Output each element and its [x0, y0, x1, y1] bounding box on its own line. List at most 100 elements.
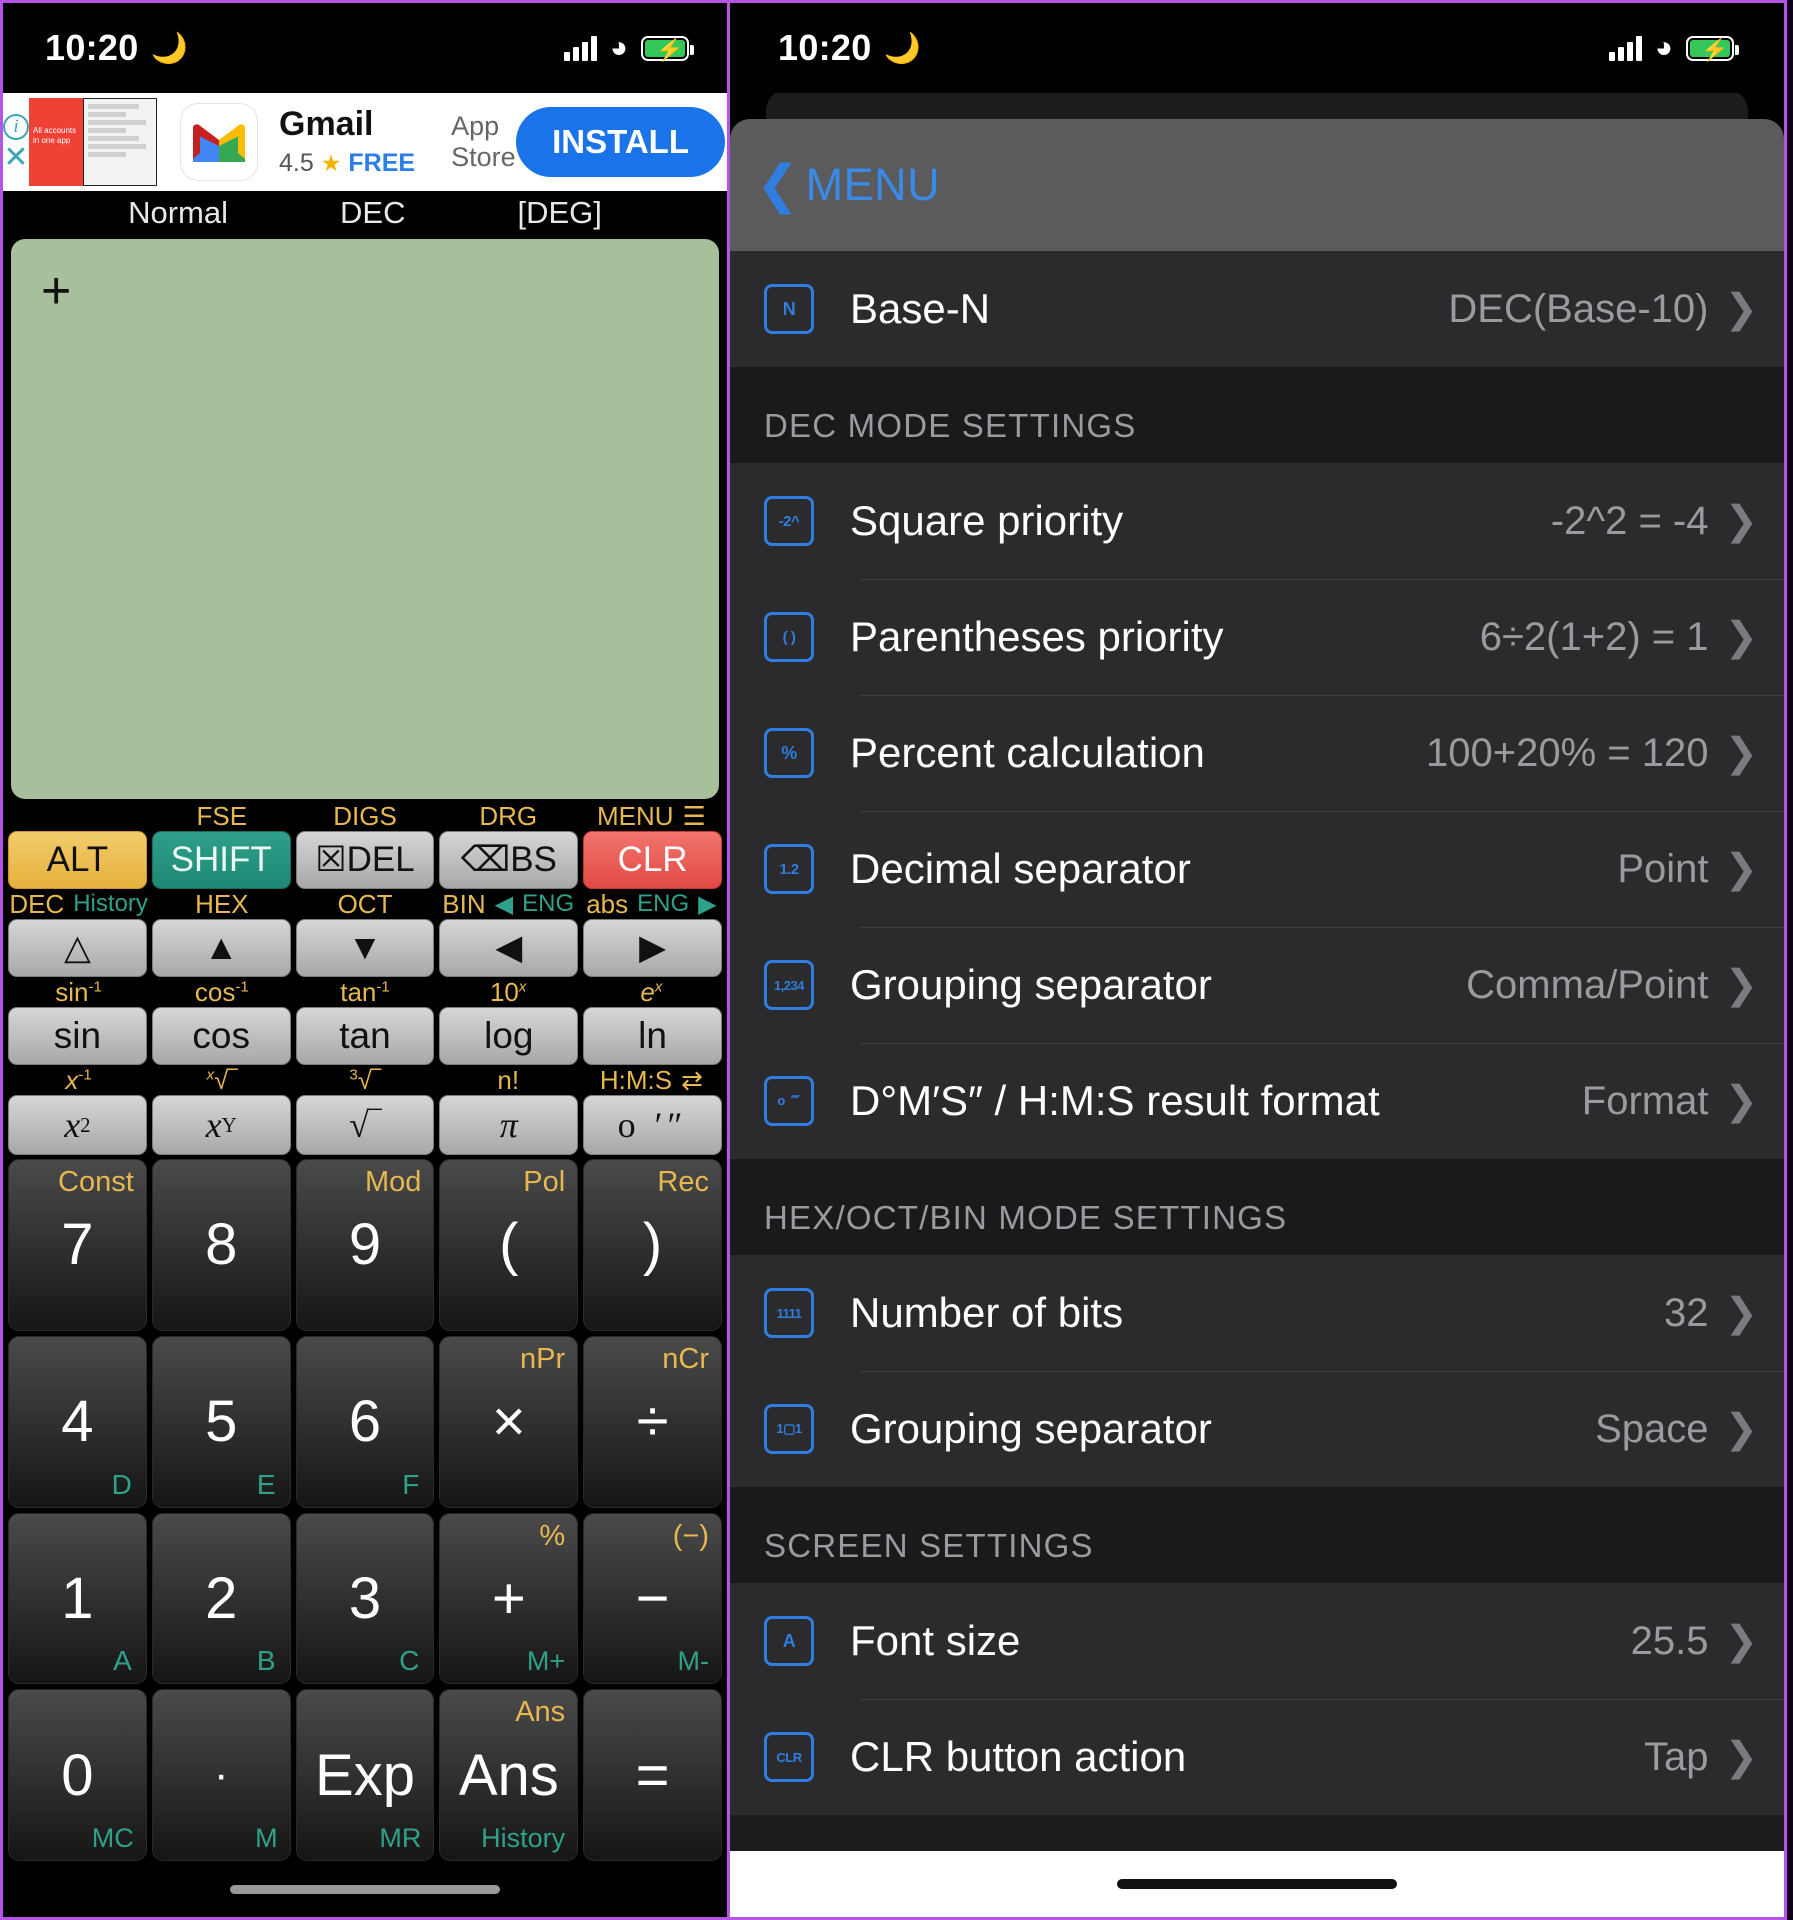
row-dms-format[interactable]: o ⁗ D°M′S″ / H:M:S result format Format …: [730, 1043, 1784, 1159]
del-key-label: DEL: [346, 840, 415, 879]
key-3[interactable]: 3C: [295, 1512, 435, 1685]
key-ans[interactable]: Ans Ans History: [439, 1689, 579, 1861]
power-row-top-labels: x-1 x√‾ 3√‾ n! H:M:S ⇄: [7, 1065, 723, 1095]
ad-banner[interactable]: i ✕ All accounts in one app Gmail 4.5 ★ …: [3, 93, 727, 191]
hamburger-menu-icon[interactable]: ☰: [683, 801, 706, 832]
cos-key[interactable]: cos: [151, 1007, 291, 1065]
triangle-right-filled-icon[interactable]: ▶: [583, 919, 722, 977]
shift-key[interactable]: SHIFT: [151, 831, 291, 889]
key-equals[interactable]: =: [583, 1689, 722, 1861]
label-abs: abs: [586, 888, 629, 919]
label-oct: OCT: [337, 888, 393, 919]
key-1[interactable]: 1A: [8, 1512, 147, 1685]
decimal-separator-icon: 1.2: [764, 844, 814, 894]
eng-left-icon: ◀: [494, 890, 514, 918]
key-9[interactable]: Mod 9: [295, 1159, 435, 1331]
x-squared-key[interactable]: x2: [8, 1095, 147, 1155]
key-mr-label: MR: [379, 1823, 422, 1853]
key-pol-alt-label: Pol: [523, 1166, 566, 1198]
row-grouping-separator-dec[interactable]: 1,234 Grouping separator Comma/Point ❯: [730, 927, 1784, 1043]
square-root-key[interactable]: √‾: [295, 1095, 435, 1155]
sin-key[interactable]: sin: [8, 1007, 147, 1065]
key-plus[interactable]: % + M+: [439, 1512, 579, 1685]
triangle-up-outline-icon[interactable]: △: [8, 919, 147, 977]
key-0[interactable]: 0 MC: [8, 1689, 147, 1861]
number-pad: Const 7 8 Mod 9 Pol( Rec) 4D 5E 6F nPr × nC…: [7, 1155, 723, 1861]
label-dec-group: DEC History: [7, 889, 150, 920]
triangle-left-filled-icon[interactable]: ◀: [439, 919, 579, 977]
mode-angle: [DEG]: [517, 195, 602, 230]
row-clr-button-action[interactable]: CLR CLR button action Tap ❯: [730, 1699, 1784, 1815]
ad-meta: 4.5 ★ FREE: [279, 149, 415, 178]
key-decimal-point[interactable]: · M: [151, 1689, 291, 1861]
row-grouping-separator-bin[interactable]: 1▢1 Grouping separator Space ❯: [730, 1371, 1784, 1487]
numpad-row-4: 0 MC · M Exp MR Ans Ans History =: [8, 1689, 722, 1861]
crescent-moon-icon: 🌙: [883, 31, 922, 65]
triangle-down-filled-icon[interactable]: ▼: [295, 919, 435, 977]
clr-key[interactable]: CLR: [583, 831, 722, 889]
ln-key[interactable]: ln: [583, 1007, 722, 1065]
label-hms-group: H:M:S ⇄: [580, 1065, 723, 1096]
home-indicator[interactable]: [230, 1884, 500, 1894]
menu-header-bar: ❮ MENU: [730, 119, 1784, 251]
key-7[interactable]: Const 7: [8, 1159, 147, 1331]
gmail-icon: [181, 104, 257, 180]
label-asin: sin-1: [55, 976, 102, 1007]
row-square-priority[interactable]: -2^ Square priority -2^2 = -4 ❯: [730, 463, 1784, 579]
row-decimal-separator[interactable]: 1.2 Decimal separator Point ❯: [730, 811, 1784, 927]
bs-key[interactable]: ⌫ BS: [439, 831, 579, 889]
key-6[interactable]: 6F: [295, 1335, 435, 1508]
key-2[interactable]: 2B: [151, 1512, 291, 1685]
key-4[interactable]: 4D: [8, 1335, 147, 1508]
x-power-y-key[interactable]: xY: [151, 1095, 291, 1155]
key-minus[interactable]: (−) − M-: [583, 1512, 722, 1685]
clr-button-icon: CLR: [764, 1732, 814, 1782]
chevron-right-icon: ❯: [1724, 287, 1758, 331]
row-font-size[interactable]: A Font size 25.5 ❯: [730, 1583, 1784, 1699]
calculator-display[interactable]: +: [11, 239, 719, 799]
home-indicator[interactable]: [1117, 1879, 1397, 1889]
key-divide[interactable]: nCr ÷: [583, 1335, 722, 1508]
key-multiply[interactable]: nPr ×: [439, 1335, 579, 1508]
key-open-paren[interactable]: Pol(: [439, 1159, 579, 1331]
log-key[interactable]: log: [439, 1007, 579, 1065]
close-x-icon[interactable]: ✕: [3, 143, 28, 173]
key-close-paren[interactable]: Rec): [583, 1159, 722, 1331]
key-8[interactable]: 8: [151, 1159, 291, 1331]
row-parentheses-priority[interactable]: ( ) Parentheses priority 6÷2(1+2) = 1 ❯: [730, 579, 1784, 695]
alt-key[interactable]: ALT: [8, 831, 147, 889]
key-exp[interactable]: Exp MR: [295, 1689, 435, 1861]
right-phone-screen: 10:20 🌙 ◕ ⚡ ❮ MENU N Base-N DEC(Base-10): [730, 0, 1787, 1920]
star-icon: ★: [320, 149, 342, 176]
row-square-priority-label: Square priority: [850, 497, 1124, 544]
row-number-of-bits-label: Number of bits: [850, 1289, 1124, 1336]
wifi-icon: ◕: [1654, 31, 1673, 64]
settings-group-screen: A Font size 25.5 ❯ CLR CLR button action…: [730, 1583, 1784, 1815]
tan-key[interactable]: tan: [295, 1007, 435, 1065]
row-percent-calculation[interactable]: % Percent calculation 100+20% = 120 ❯: [730, 695, 1784, 811]
section-heading-hex: HEX/OCT/BIN MODE SETTINGS: [730, 1159, 1784, 1255]
label-factorial: n!: [497, 1064, 520, 1095]
dms-key[interactable]: o ′″: [583, 1095, 722, 1155]
key-5[interactable]: 5E: [151, 1335, 291, 1508]
alt-row-top-labels: FSE DIGS DRG MENU ☰: [7, 801, 723, 831]
del-key[interactable]: ☒ DEL: [295, 831, 435, 889]
ad-install-button[interactable]: INSTALL: [516, 107, 725, 177]
row-grouping-separator-dec-value: Comma/Point: [1466, 962, 1709, 1007]
pi-key[interactable]: π: [439, 1095, 579, 1155]
settings-group-base: N Base-N DEC(Base-10) ❯: [730, 251, 1784, 367]
label-e-pow-x: ex: [640, 976, 663, 1007]
key-9-label: 9: [348, 1212, 382, 1278]
chevron-right-icon: ❯: [1724, 1079, 1758, 1123]
row-clr-button-action-label: CLR button action: [850, 1733, 1187, 1780]
back-button[interactable]: ❮ MENU: [756, 159, 940, 211]
row-base-n[interactable]: N Base-N DEC(Base-10) ❯: [730, 251, 1784, 367]
number-of-bits-icon: 1111: [764, 1288, 814, 1338]
triangle-up-filled-icon[interactable]: ▲: [151, 919, 291, 977]
mode-base: DEC: [340, 195, 406, 230]
key-3-hex-label: C: [399, 1645, 420, 1677]
settings-list[interactable]: N Base-N DEC(Base-10) ❯ DEC MODE SETTING…: [730, 251, 1784, 1851]
row-number-of-bits[interactable]: 1111 Number of bits 32 ❯: [730, 1255, 1784, 1371]
row-decimal-separator-value: Point: [1617, 846, 1709, 891]
info-circle-icon[interactable]: i: [3, 114, 29, 140]
